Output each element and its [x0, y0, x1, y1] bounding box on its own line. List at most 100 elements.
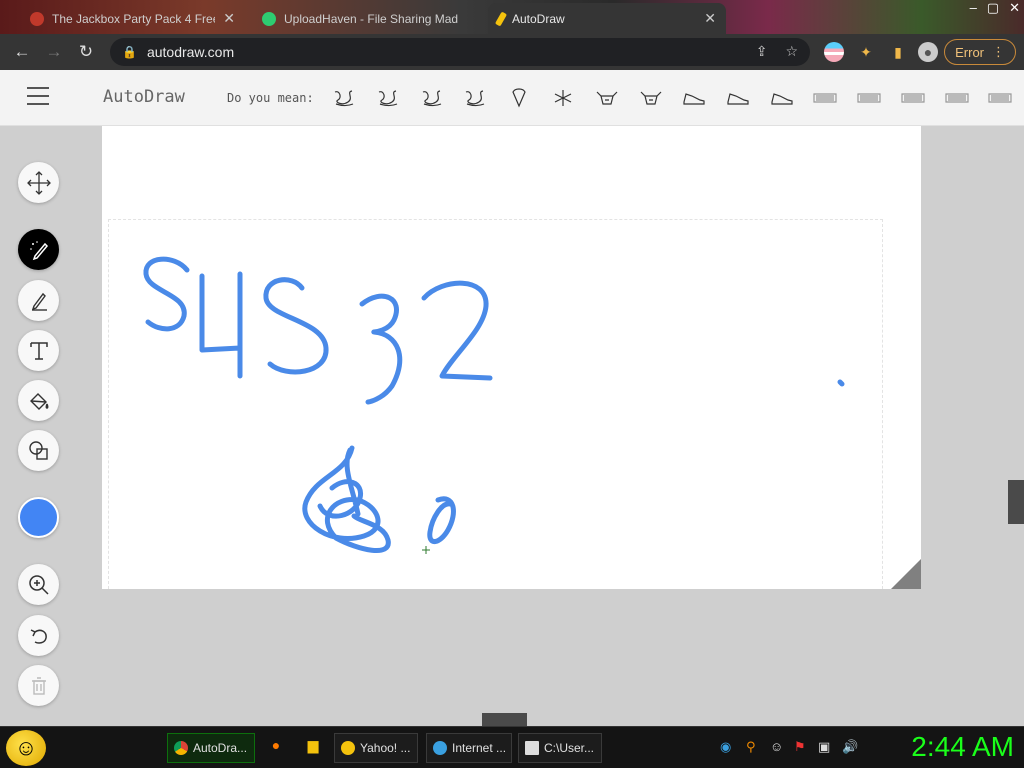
volume-icon[interactable]: 🔊 [842, 739, 858, 755]
system-clock: 2:44 AM [911, 731, 1014, 762]
drawing-canvas[interactable] [102, 126, 921, 589]
extensions-puzzle-icon[interactable]: ✦ [856, 42, 876, 62]
stroke-3 [359, 293, 403, 405]
stroke-u [199, 271, 243, 379]
zoom-button[interactable] [18, 564, 59, 605]
suggestion-boot-icon[interactable] [725, 86, 751, 110]
more-menu-icon: ⋮ [992, 44, 1005, 59]
zoom-in-icon [28, 574, 49, 595]
taskbar-item-yahoo[interactable]: Yahoo! ... [334, 733, 418, 763]
7zip-icon [525, 741, 539, 755]
fill-tool-button[interactable] [18, 380, 59, 421]
tab-title: AutoDraw [512, 11, 565, 26]
side-panel-icon[interactable]: ▮ [888, 42, 908, 62]
app-title: AutoDraw [103, 87, 185, 107]
profile-avatar-icon[interactable]: ● [918, 42, 938, 62]
stroke-2 [421, 280, 493, 381]
draw-tool-button[interactable] [18, 280, 59, 321]
paint-bucket-icon [29, 392, 48, 410]
tab-favicon [30, 11, 44, 26]
suggestion-ice-cream-icon[interactable] [506, 86, 532, 110]
stroke-scribble [302, 445, 391, 554]
autodraw-tool-button[interactable] [18, 229, 59, 270]
display-icon[interactable]: ▣ [818, 739, 830, 755]
color-picker-button[interactable] [18, 497, 59, 538]
search-icon[interactable]: ⚲ [746, 739, 756, 755]
tab-title: UploadHaven - File Sharing Mad [284, 11, 459, 26]
bookmark-star-icon[interactable]: ☆ [785, 43, 798, 60]
browser-tab-bar: The Jackbox Party Pack 4 Free C ✕ Upload… [0, 0, 1024, 34]
type-tool-button[interactable] [18, 330, 59, 371]
pencil-icon [31, 292, 47, 311]
suggestion-bull-icon[interactable] [594, 86, 620, 110]
start-smiley-icon[interactable]: ☺ [6, 730, 46, 766]
canvas-resize-handle[interactable] [891, 559, 921, 589]
delete-button[interactable] [18, 665, 59, 706]
text-t-icon [29, 341, 48, 360]
suggestion-sneaker-2-icon[interactable] [769, 86, 795, 110]
chat-icon[interactable]: ☺ [770, 739, 783, 754]
tab-favicon [262, 11, 276, 26]
move-arrows-icon [26, 170, 51, 195]
stroke-s2 [263, 277, 329, 375]
taskbar-item-chrome[interactable]: AutoDra... [167, 733, 255, 763]
tab-uploadhaven[interactable]: UploadHaven - File Sharing Mad [252, 3, 484, 34]
magic-pencil-icon [29, 240, 48, 260]
close-tab-icon[interactable]: ✕ [704, 10, 716, 27]
drawing-strokes [143, 256, 845, 554]
error-button[interactable]: Error ⋮ [944, 39, 1016, 65]
suggestion-maze-1-icon[interactable] [375, 86, 401, 110]
window-controls: – ▢ ✕ [970, 0, 1020, 16]
folder-icon[interactable]: ▆ [303, 737, 323, 757]
close-tab-icon[interactable]: ✕ [223, 10, 235, 27]
browser-toolbar: ← → ↻ 🔒 autodraw.com ⇪ ☆ ✦ ▮ ● Error ⋮ [0, 34, 1024, 70]
tab-title: The Jackbox Party Pack 4 Free C [52, 11, 216, 26]
suggestion-scribble-2-icon[interactable] [419, 86, 445, 110]
suggestion-keyboard-2-icon[interactable] [856, 86, 882, 110]
horizontal-scrollbar[interactable] [482, 713, 527, 726]
forward-icon[interactable]: → [38, 42, 70, 62]
task-label: C:\User... [544, 741, 595, 755]
close-window-icon[interactable]: ✕ [1009, 0, 1020, 16]
select-move-button[interactable] [18, 162, 59, 203]
task-label: Internet ... [452, 741, 507, 755]
suggestion-dragon-icon[interactable] [462, 86, 488, 110]
address-bar[interactable]: 🔒 autodraw.com ⇪ ☆ [110, 38, 810, 66]
stroke-small-shape [427, 496, 456, 544]
stroke-dot [837, 379, 845, 387]
taskbar-item-7zip[interactable]: C:\User... [518, 733, 602, 763]
reload-icon[interactable]: ↻ [70, 42, 102, 62]
error-label: Error [955, 44, 984, 60]
taskbar-item-internet[interactable]: Internet ... [426, 733, 512, 763]
shapes-icon [28, 440, 48, 460]
suggestion-keyboard-5-icon[interactable] [987, 86, 1013, 110]
suggestion-scribble-1-icon[interactable] [331, 86, 357, 110]
workspace [0, 126, 1024, 726]
flag-icon[interactable]: ⚑ [794, 739, 806, 755]
chrome-icon [174, 741, 188, 755]
undo-button[interactable] [18, 615, 59, 656]
trash-icon [31, 676, 46, 695]
stroke-s [143, 256, 190, 332]
suggestion-keyboard-4-icon[interactable] [944, 86, 970, 110]
minimize-icon[interactable]: – [970, 0, 977, 16]
extension-flag-icon[interactable] [824, 42, 844, 62]
vertical-scrollbar[interactable] [1008, 480, 1024, 524]
tab-autodraw[interactable]: AutoDraw ✕ [488, 3, 726, 34]
os-taskbar: ☺ AutoDra... ● ▆ Yahoo! ... Internet ...… [0, 726, 1024, 768]
menu-icon[interactable] [27, 87, 49, 105]
suggestion-sneaker-1-icon[interactable] [681, 86, 707, 110]
share-icon[interactable]: ⇪ [756, 43, 768, 60]
network-icon[interactable]: ◉ [720, 739, 731, 755]
shape-tool-button[interactable] [18, 430, 59, 471]
tab-jackbox[interactable]: The Jackbox Party Pack 4 Free C ✕ [20, 3, 245, 34]
suggestion-snowflake-icon[interactable] [550, 86, 576, 110]
suggestion-ox-icon[interactable] [638, 86, 664, 110]
undo-icon [30, 628, 47, 644]
suggestion-keyboard-3-icon[interactable] [900, 86, 926, 110]
maximize-icon[interactable]: ▢ [987, 0, 999, 16]
firefox-icon[interactable]: ● [266, 737, 286, 757]
pencil-icon [494, 10, 508, 27]
suggestion-keyboard-1-icon[interactable] [812, 86, 838, 110]
back-icon[interactable]: ← [6, 42, 38, 62]
